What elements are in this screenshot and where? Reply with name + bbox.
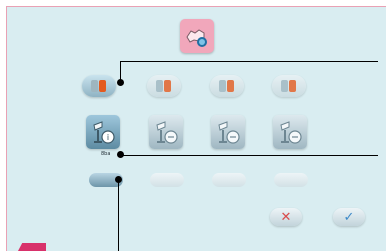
mode-icon bbox=[227, 80, 234, 92]
mode-icon bbox=[281, 80, 288, 92]
camera-icon: i bbox=[93, 121, 115, 144]
toggle-4[interactable] bbox=[274, 173, 308, 187]
toggle-3[interactable] bbox=[212, 173, 246, 187]
close-icon: ✕ bbox=[280, 209, 292, 225]
corner-accent bbox=[18, 243, 46, 251]
mode-icon bbox=[99, 80, 106, 92]
mode-button-4[interactable] bbox=[272, 75, 306, 97]
mode-button-1[interactable] bbox=[82, 75, 116, 97]
toggle-2[interactable] bbox=[150, 173, 184, 187]
magnifier-dog-icon bbox=[186, 29, 207, 47]
mode-icon bbox=[91, 80, 98, 92]
mode-button-3[interactable] bbox=[210, 75, 244, 97]
callout-dot-2 bbox=[117, 151, 124, 158]
check-icon: ✓ bbox=[343, 209, 355, 225]
mode-icon bbox=[164, 80, 171, 92]
svg-text:i: i bbox=[107, 133, 109, 142]
camera-icon bbox=[156, 121, 178, 144]
mode-icon bbox=[219, 80, 226, 92]
cancel-button[interactable]: ✕ bbox=[270, 208, 302, 226]
callout-line-1-h bbox=[120, 61, 378, 62]
callout-dot-1 bbox=[117, 79, 124, 86]
mode-icon bbox=[289, 80, 296, 92]
preset-button-1[interactable]: i bbox=[86, 115, 120, 149]
preset-button-4[interactable] bbox=[273, 115, 307, 149]
mode-button-2[interactable] bbox=[147, 75, 181, 97]
camera-icon bbox=[218, 121, 240, 144]
mode-icon bbox=[156, 80, 163, 92]
callout-dot-3 bbox=[115, 176, 122, 183]
confirm-button[interactable]: ✓ bbox=[333, 208, 365, 226]
callout-line-3 bbox=[118, 179, 119, 251]
preset-button-3[interactable] bbox=[211, 115, 245, 149]
magnifier-dog-icon-button[interactable] bbox=[180, 19, 214, 53]
preset-button-2[interactable] bbox=[149, 115, 183, 149]
callout-line-2 bbox=[120, 155, 378, 156]
camera-icon bbox=[280, 121, 302, 144]
preset-caption: 8ba bbox=[101, 151, 111, 157]
